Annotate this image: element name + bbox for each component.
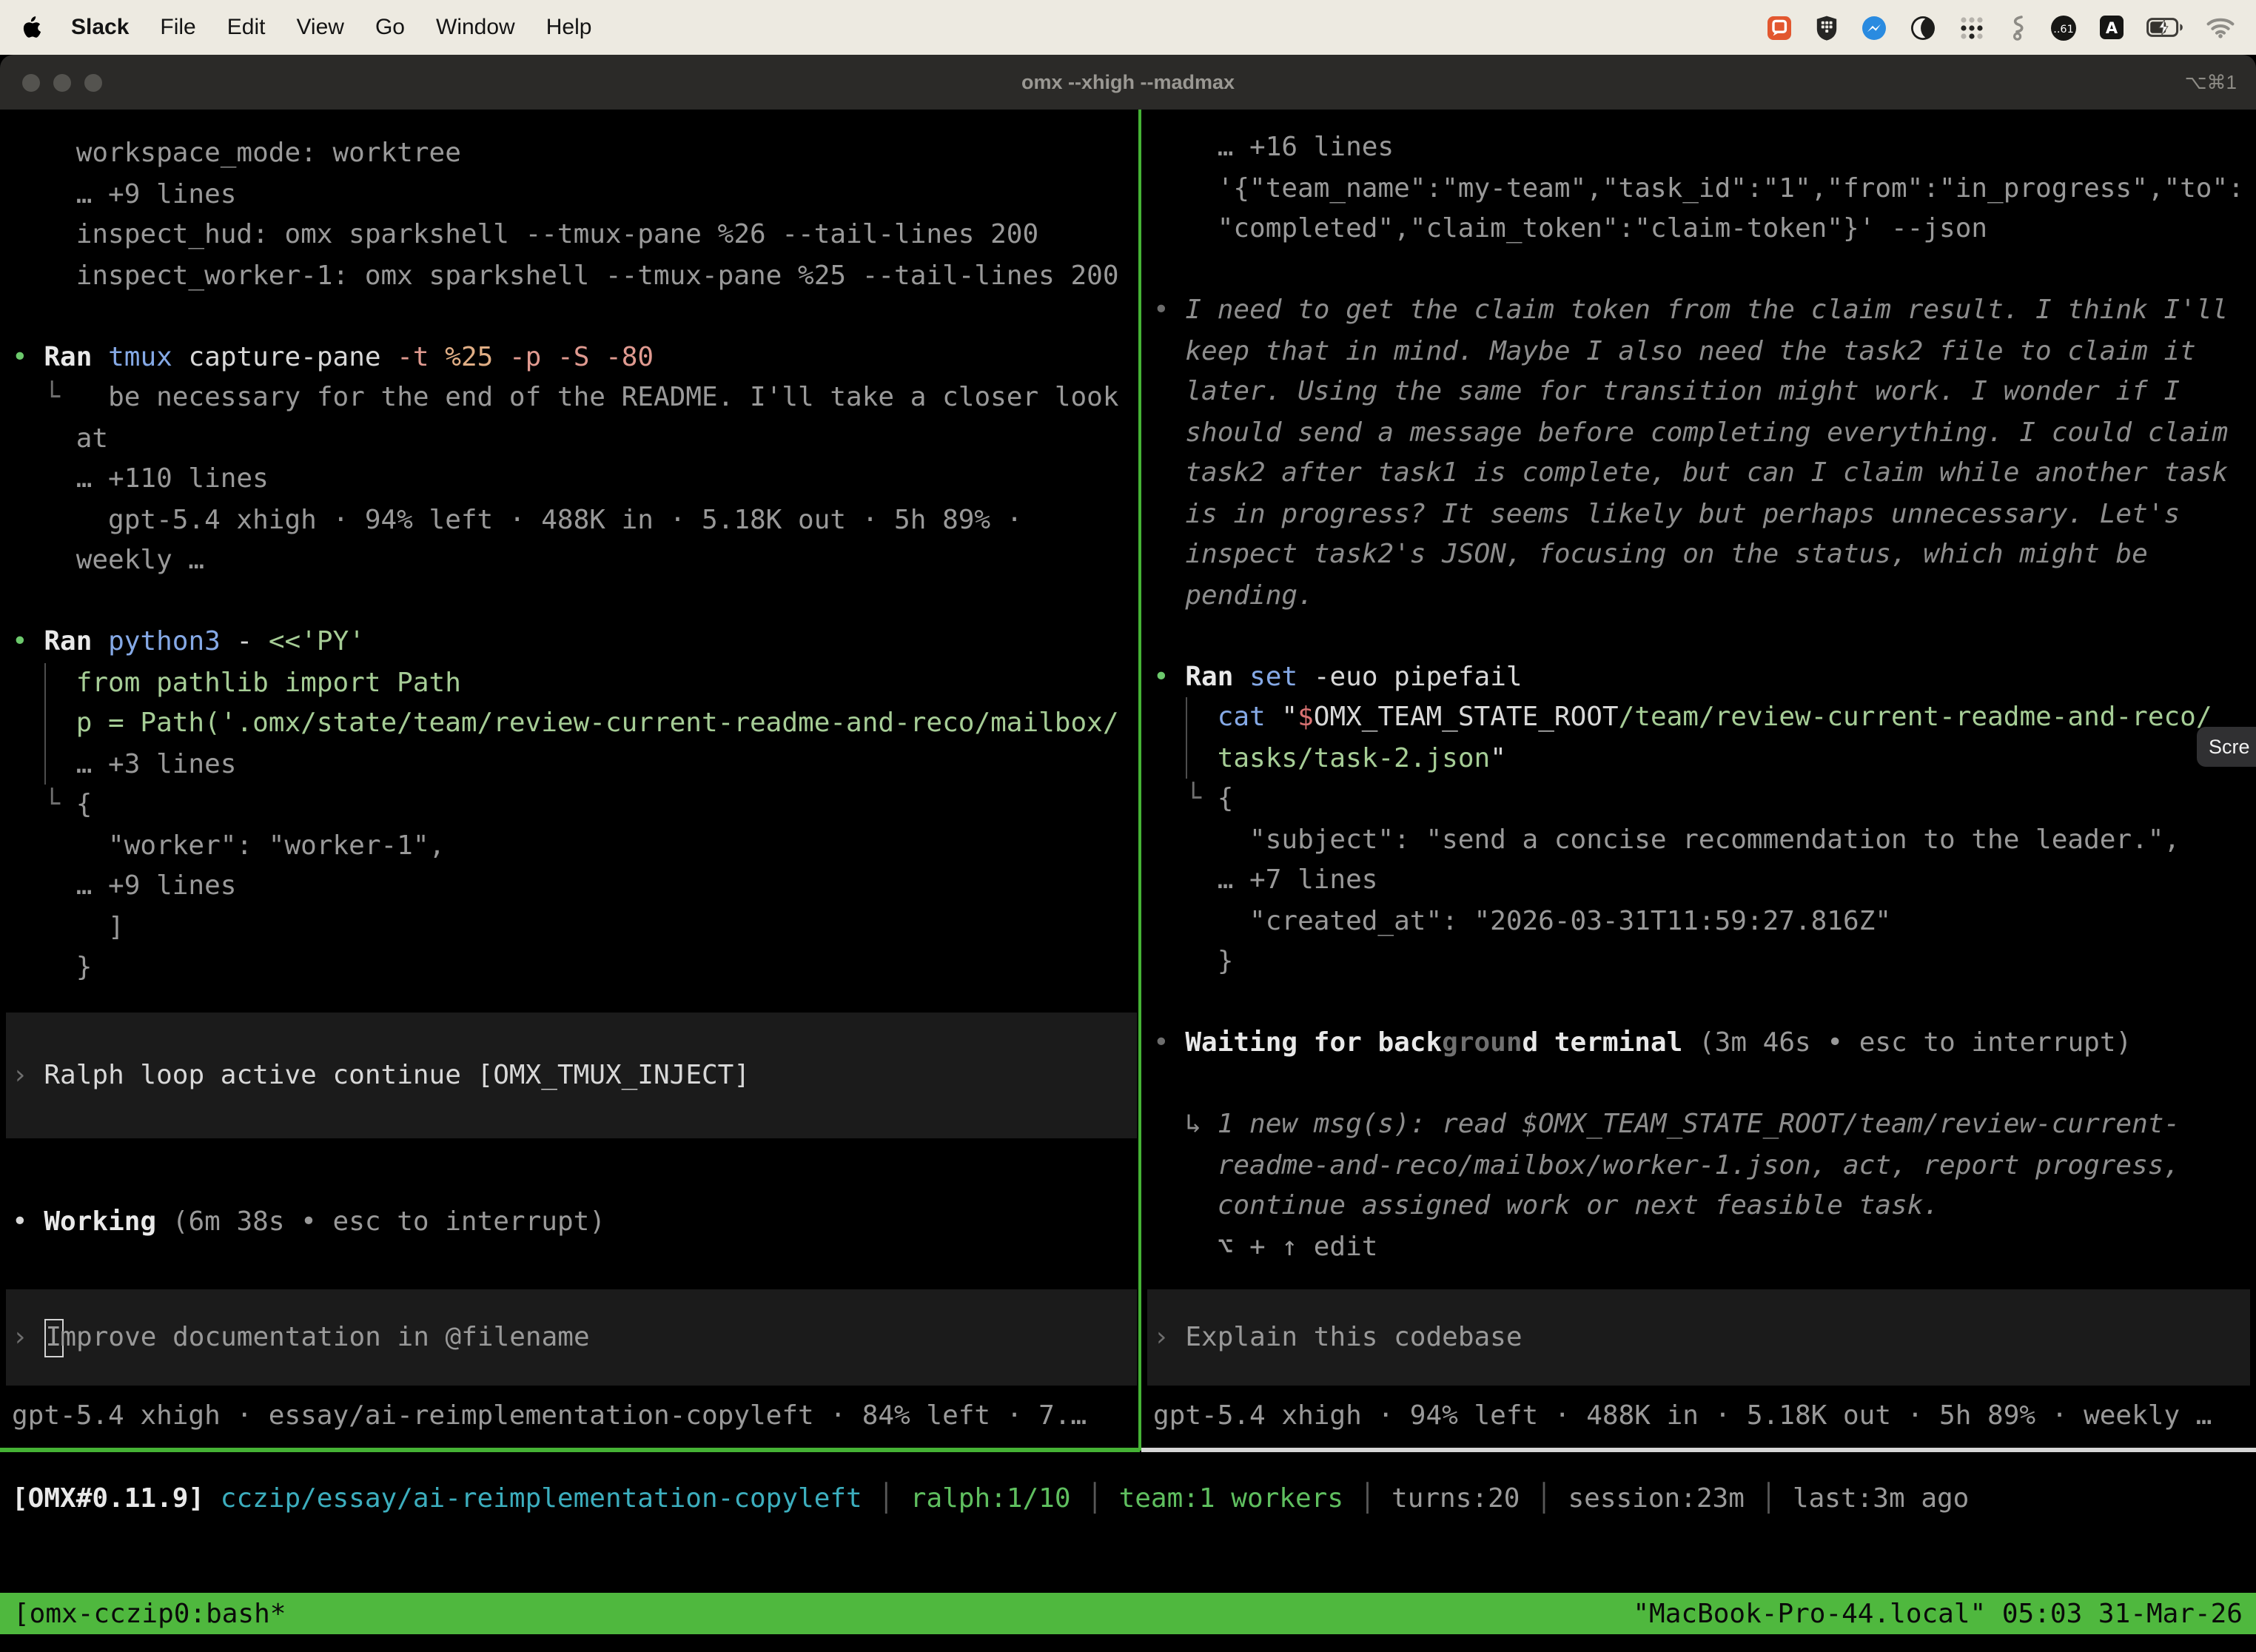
svg-text:A: A xyxy=(2106,19,2118,37)
terminal-line: inspect task2's JSON, focusing on the st… xyxy=(1153,534,2252,575)
terminal-line: • Working (6m 38s • esc to interrupt) xyxy=(12,1202,605,1243)
screen: Slack File Edit View Go Window Help xyxy=(0,0,2256,1652)
working-status: • Working (6m 38s • esc to interrupt) xyxy=(12,1202,605,1243)
terminal-line: • I need to get the claim token from the… xyxy=(1153,290,2252,331)
left-pane-bottom-border xyxy=(0,1448,1140,1452)
terminal-line: … +9 lines xyxy=(12,866,1134,907)
terminal-line: └ { xyxy=(12,785,1134,825)
terminal-line: › Explain this codebase xyxy=(1153,1317,1523,1358)
prompt-input-right[interactable]: › Explain this codebase xyxy=(1147,1289,2250,1386)
left-pane-statusline: gpt-5.4 xhigh · essay/ai-reimplementatio… xyxy=(12,1396,1087,1437)
terminal-line xyxy=(12,296,1134,337)
window-titlebar[interactable]: omx --xhigh --madmax ⌥⌘1 xyxy=(0,55,2256,110)
terminal-line: cat "$OMX_TEAM_STATE_ROOT/team/review-cu… xyxy=(1153,697,2252,738)
moon-crescent-icon[interactable] xyxy=(1910,13,1936,42)
menu-item-view[interactable]: View xyxy=(296,15,344,40)
terminal-line: p = Path('.omx/state/team/review-current… xyxy=(12,703,1134,744)
terminal-line: • Ran python3 - <<'PY' xyxy=(12,622,1134,662)
battery-charging-icon[interactable] xyxy=(2146,13,2183,42)
terminal-line: from pathlib import Path xyxy=(12,662,1134,703)
terminal-line: … +7 lines xyxy=(1153,860,2252,901)
terminal-line: } xyxy=(1153,941,2252,982)
terminal-line: "completed","claim_token":"claim-token"}… xyxy=(1153,209,2252,249)
right-pane-scrollback: … +16 lines '{"team_name":"my-team","tas… xyxy=(1153,127,2252,1267)
terminal-line: later. Using the same for transition mig… xyxy=(1153,372,2252,412)
terminal-line: ↳ 1 new msg(s): read $OMX_TEAM_STATE_ROO… xyxy=(1153,1104,2252,1145)
input-source-icon[interactable]: A xyxy=(2099,13,2124,42)
screen-tooltip: Scre xyxy=(2197,727,2256,767)
terminal-line: weekly … xyxy=(12,540,1134,581)
terminal-line: at xyxy=(12,418,1134,459)
terminal-line: … +3 lines xyxy=(12,744,1134,785)
shield-keypad-icon[interactable] xyxy=(1815,13,1839,42)
terminal-line: task2 after task1 is complete, but can I… xyxy=(1153,453,2252,494)
left-pane-scrollback: workspace_mode: worktree … +9 lines insp… xyxy=(12,133,1134,988)
terminal-line: gpt-5.4 xhigh · 94% left · 488K in · 5.1… xyxy=(1153,1396,2212,1437)
badge-61-icon[interactable]: ..61 xyxy=(2050,13,2077,42)
terminal-line xyxy=(1153,982,2252,1023)
wifi-icon[interactable] xyxy=(2206,13,2235,42)
terminal-line: • Ran set -euo pipefail xyxy=(1153,657,2252,697)
terminal-line: "subject": "send a concise recommendatio… xyxy=(1153,819,2252,860)
terminal-line: [OMX#0.11.9] cczip/essay/ai-reimplementa… xyxy=(12,1479,1969,1520)
terminal-line: "worker": "worker-1", xyxy=(12,825,1134,866)
terminal-line: └ be necessary for the end of the README… xyxy=(12,377,1134,418)
tmux-host-clock: "MacBook-Pro-44.local" 05:03 31-Mar-26 xyxy=(1633,1598,2243,1629)
window-shortcut-hint: ⌥⌘1 xyxy=(2185,70,2237,94)
terminal-line: '{"team_name":"my-team","task_id":"1","f… xyxy=(1153,168,2252,209)
right-pane-bottom-border xyxy=(1141,1448,2256,1452)
terminal-line: inspect_worker-1: omx sparkshell --tmux-… xyxy=(12,255,1134,296)
terminal-line: pending. xyxy=(1153,575,2252,616)
menu-item-edit[interactable]: Edit xyxy=(227,15,266,40)
window-title: omx --xhigh --madmax xyxy=(0,71,2256,93)
terminal-line: … +9 lines xyxy=(12,174,1134,215)
dots-grid-icon[interactable] xyxy=(1958,13,1985,42)
menubar-app-name[interactable]: Slack xyxy=(71,15,129,40)
menu-item-file[interactable]: File xyxy=(160,15,195,40)
terminal-line: … +110 lines xyxy=(12,459,1134,500)
chat-app-icon[interactable] xyxy=(1766,13,1793,42)
terminal-line: inspect_hud: omx sparkshell --tmux-pane … xyxy=(12,215,1134,255)
terminal-line: ⌥ + ↑ edit xyxy=(1153,1226,2252,1267)
terminal-line xyxy=(12,581,1134,622)
ralph-loop-banner: › Ralph loop active continue [OMX_TMUX_I… xyxy=(6,1013,1137,1138)
messenger-icon[interactable] xyxy=(1861,13,1887,42)
terminal-line: › Ralph loop active continue [OMX_TMUX_I… xyxy=(12,1055,750,1096)
terminal-line: } xyxy=(12,947,1134,988)
right-pane-statusline: gpt-5.4 xhigh · 94% left · 488K in · 5.1… xyxy=(1153,1396,2212,1437)
terminal-line: readme-and-reco/mailbox/worker-1.json, a… xyxy=(1153,1145,2252,1186)
squiggle-icon[interactable] xyxy=(2007,13,2028,42)
terminal-line: continue assigned work or next feasible … xyxy=(1153,1186,2252,1226)
menu-item-go[interactable]: Go xyxy=(375,15,405,40)
omx-status-bar: [OMX#0.11.9] cczip/essay/ai-reimplementa… xyxy=(12,1479,1969,1520)
terminal-line: … +16 lines xyxy=(1153,127,2252,168)
terminal-line: is in progress? It seems likely but perh… xyxy=(1153,494,2252,534)
menu-item-window[interactable]: Window xyxy=(436,15,515,40)
terminal-line: ] xyxy=(12,907,1134,947)
svg-text:..61: ..61 xyxy=(2053,23,2073,35)
terminal-line: › Improve documentation in @filename xyxy=(12,1317,590,1358)
terminal-line xyxy=(1153,1064,2252,1104)
tmux-session-label[interactable]: [omx-cczip0:bash* xyxy=(13,1598,286,1629)
menu-item-help[interactable]: Help xyxy=(546,15,592,40)
terminal-line: keep that in mind. Maybe I also need the… xyxy=(1153,331,2252,372)
terminal-area: workspace_mode: worktree … +9 lines insp… xyxy=(0,110,2256,1652)
terminal-line: should send a message before completing … xyxy=(1153,412,2252,453)
pane-divider[interactable] xyxy=(1138,110,1141,1451)
terminal-line: workspace_mode: worktree xyxy=(12,133,1134,174)
apple-menu-icon[interactable] xyxy=(21,15,43,40)
terminal-line: "created_at": "2026-03-31T11:59:27.816Z" xyxy=(1153,901,2252,941)
terminal-line: • Waiting for background terminal (3m 46… xyxy=(1153,1023,2252,1064)
terminal-line xyxy=(1153,249,2252,290)
menubar-status-icons: ..61 A xyxy=(1766,13,2235,42)
tmux-status-bar: [omx-cczip0:bash* "MacBook-Pro-44.local"… xyxy=(0,1593,2256,1634)
terminal-line xyxy=(1153,616,2252,657)
terminal-line: └ { xyxy=(1153,779,2252,819)
terminal-line: gpt-5.4 xhigh · 94% left · 488K in · 5.1… xyxy=(12,500,1134,540)
terminal-line: • Ran tmux capture-pane -t %25 -p -S -80 xyxy=(12,337,1134,377)
terminal-line: gpt-5.4 xhigh · essay/ai-reimplementatio… xyxy=(12,1396,1087,1437)
prompt-input-left[interactable]: › Improve documentation in @filename xyxy=(6,1289,1137,1386)
terminal-line: tasks/task-2.json" xyxy=(1153,738,2252,779)
macos-menubar: Slack File Edit View Go Window Help xyxy=(0,0,2256,55)
